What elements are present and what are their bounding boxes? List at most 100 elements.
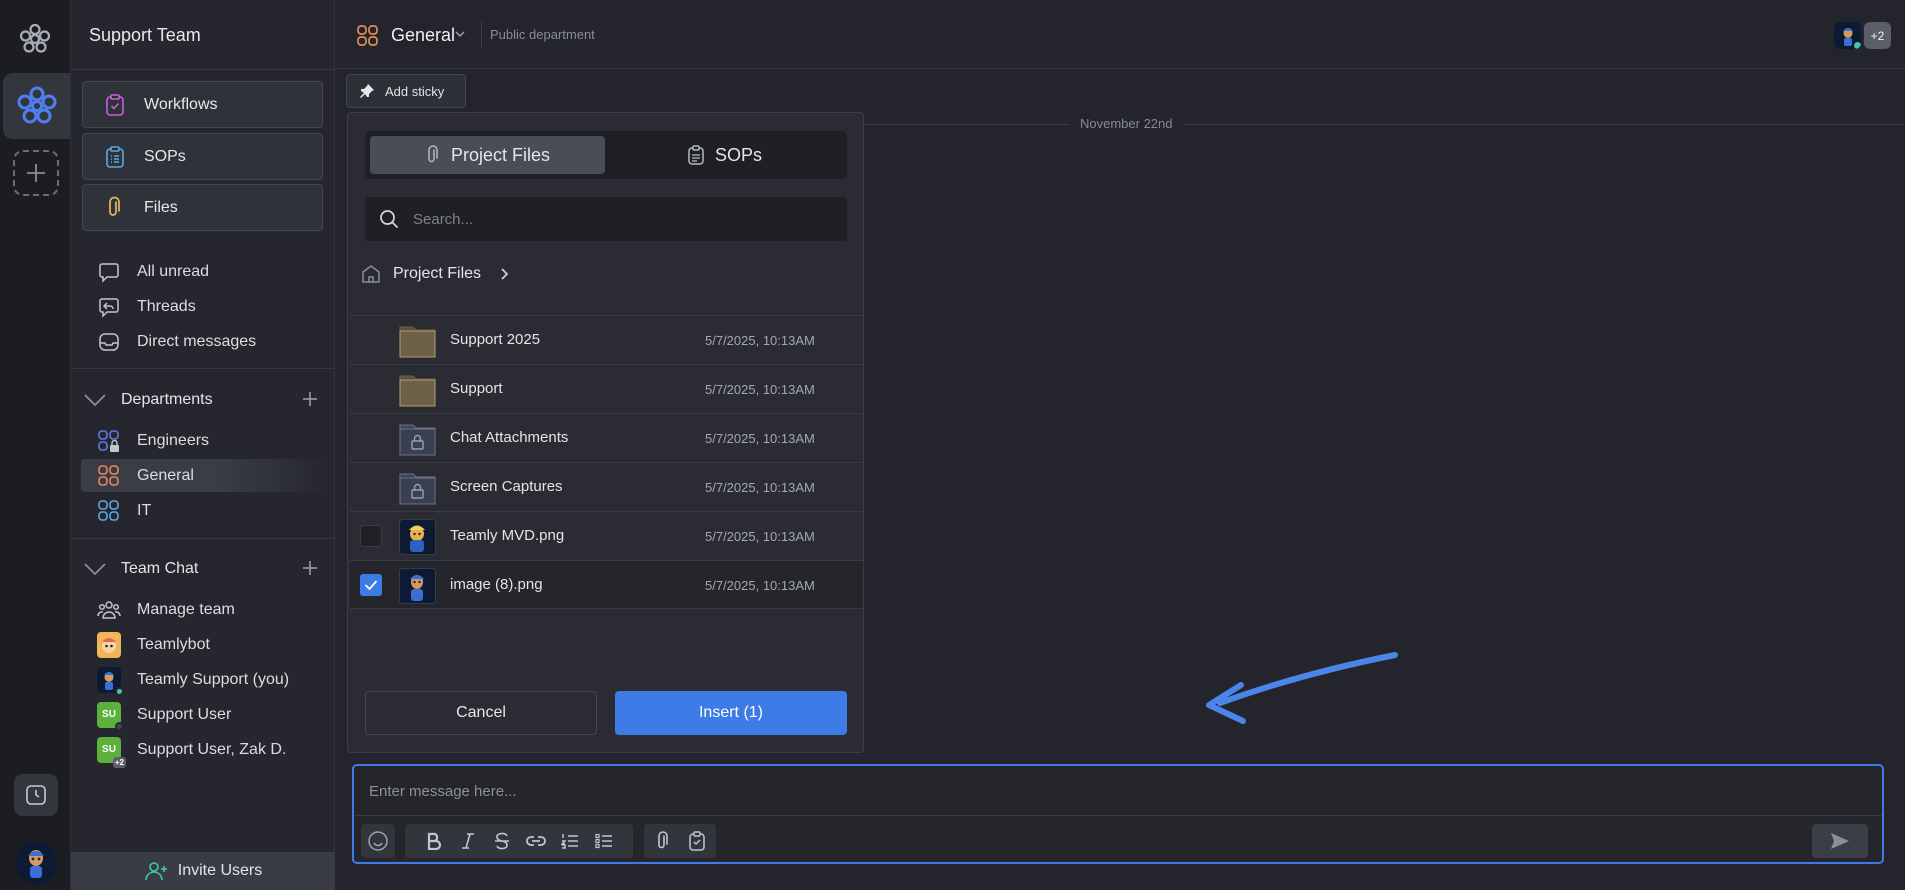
add-sticky-button[interactable]: Add sticky	[346, 74, 466, 108]
chat-label: Support User, Zak D.	[137, 740, 287, 758]
add-chat-button[interactable]	[302, 560, 318, 576]
chat-bubble-icon	[97, 260, 121, 284]
plus-icon	[303, 392, 317, 406]
departments-header[interactable]: Departments	[81, 385, 326, 415]
add-workspace-button[interactable]	[13, 150, 59, 196]
chat-label: Support User	[137, 705, 232, 723]
app-logo-icon	[18, 22, 52, 56]
chat-label: Teamly Support (you)	[137, 670, 290, 688]
emoji-button[interactable]	[361, 824, 395, 858]
file-search-input[interactable]	[413, 210, 833, 228]
divider	[354, 815, 1882, 816]
threads-icon	[97, 295, 121, 319]
nav-direct-messages[interactable]: Direct messages	[81, 325, 326, 358]
tab-project-files[interactable]: Project Files	[370, 136, 605, 174]
departments-title: Departments	[121, 391, 213, 408]
nav-label: Threads	[137, 297, 196, 315]
user-avatar	[97, 666, 124, 696]
sidebar-item-general[interactable]: General	[81, 459, 326, 492]
sops-button[interactable]: SOPs	[82, 133, 323, 180]
numbered-list-button[interactable]	[553, 824, 587, 858]
date-divider-line	[863, 124, 1903, 125]
file-row[interactable]: Chat Attachments 5/7/2025, 10:13AM	[350, 413, 863, 462]
sidebar-item-group-chat[interactable]: SU +2 Support User, Zak D.	[81, 733, 326, 768]
add-user-icon	[144, 862, 167, 881]
bullet-list-button[interactable]	[587, 824, 621, 858]
attach-file-button[interactable]	[646, 824, 680, 858]
channel-members[interactable]: +2	[1834, 22, 1891, 49]
sidebar-item-teamly-support[interactable]: Teamly Support (you)	[81, 663, 326, 696]
send-button[interactable]	[1812, 824, 1868, 858]
italic-button[interactable]	[451, 824, 485, 858]
locked-folder-icon	[399, 473, 436, 505]
offline-status-dot	[115, 721, 124, 731]
channel-name[interactable]: General	[391, 25, 455, 46]
link-icon	[526, 836, 546, 846]
file-row[interactable]: Support 5/7/2025, 10:13AM	[350, 364, 863, 413]
clipboard-check-icon	[103, 93, 127, 117]
home-icon[interactable]	[361, 264, 381, 284]
strikethrough-button[interactable]	[485, 824, 519, 858]
file-date: 5/7/2025, 10:13AM	[705, 333, 815, 348]
files-button[interactable]: Files	[82, 184, 323, 231]
file-row[interactable]: Teamly MVD.png 5/7/2025, 10:13AM	[350, 511, 863, 560]
file-date: 5/7/2025, 10:13AM	[705, 382, 815, 397]
cancel-button[interactable]: Cancel	[365, 691, 597, 735]
file-checkbox-checked[interactable]	[360, 574, 382, 596]
sidebar-item-manage-team[interactable]: Manage team	[81, 593, 326, 626]
file-row[interactable]: image (8).png 5/7/2025, 10:13AM	[350, 560, 863, 609]
department-label: General	[137, 466, 194, 484]
member-count-badge: +2	[1864, 22, 1891, 49]
file-row[interactable]: Support 2025 5/7/2025, 10:13AM	[350, 315, 863, 364]
divider	[71, 69, 335, 70]
numbered-list-icon	[561, 834, 578, 849]
file-row[interactable]: Screen Captures 5/7/2025, 10:13AM	[350, 462, 863, 511]
file-search	[365, 197, 847, 241]
image-thumbnail	[399, 519, 436, 555]
clipboard-list-icon	[688, 145, 704, 165]
divider	[71, 538, 335, 539]
nav-threads[interactable]: Threads	[81, 290, 326, 323]
history-button[interactable]	[14, 774, 58, 816]
team-chat-header[interactable]: Team Chat	[81, 554, 326, 584]
file-date: 5/7/2025, 10:13AM	[705, 529, 815, 544]
paperclip-icon	[103, 196, 127, 220]
breadcrumb-item[interactable]: Project Files	[393, 265, 481, 283]
channel-header: General Public department +2	[335, 0, 1905, 69]
tab-sops[interactable]: SOPs	[607, 136, 842, 174]
locked-folder-icon	[399, 424, 436, 456]
sidebar-item-teamlybot[interactable]: Teamlybot	[81, 628, 326, 661]
invite-users-button[interactable]: Invite Users	[71, 852, 335, 890]
sidebar-item-support-user[interactable]: SU Support User	[81, 698, 326, 731]
insert-button[interactable]: Insert (1)	[615, 691, 847, 735]
group-avatar: SU +2	[97, 736, 126, 768]
workspace-support-team[interactable]	[3, 73, 70, 139]
department-icon	[97, 499, 121, 523]
chat-label: Manage team	[137, 600, 235, 618]
sidebar-item-it[interactable]: IT	[81, 494, 326, 527]
image-thumbnail	[399, 568, 436, 604]
department-label: Engineers	[137, 431, 210, 449]
workflows-button[interactable]: Workflows	[82, 81, 323, 128]
message-input[interactable]	[369, 776, 1849, 806]
link-button[interactable]	[519, 824, 553, 858]
department-lock-icon	[97, 429, 121, 453]
file-checkbox[interactable]	[360, 525, 382, 547]
attach-toolbar	[644, 824, 716, 858]
file-date: 5/7/2025, 10:13AM	[705, 431, 815, 446]
emoji-icon	[368, 831, 388, 851]
nav-all-unread[interactable]: All unread	[81, 255, 326, 288]
attach-workflow-button[interactable]	[680, 824, 714, 858]
sidebar-item-engineers[interactable]: Engineers	[81, 424, 326, 457]
bold-button[interactable]	[417, 824, 451, 858]
online-status-dot	[115, 686, 124, 696]
invite-label: Invite Users	[177, 862, 263, 879]
chevron-down-icon[interactable]	[455, 31, 465, 37]
nav-label: All unread	[137, 262, 210, 280]
send-icon	[1831, 833, 1849, 849]
chevron-right-icon[interactable]	[501, 268, 509, 280]
user-avatar[interactable]	[15, 842, 57, 884]
department-label: IT	[137, 501, 152, 519]
online-status-dot	[1854, 42, 1861, 49]
add-department-button[interactable]	[302, 391, 318, 407]
